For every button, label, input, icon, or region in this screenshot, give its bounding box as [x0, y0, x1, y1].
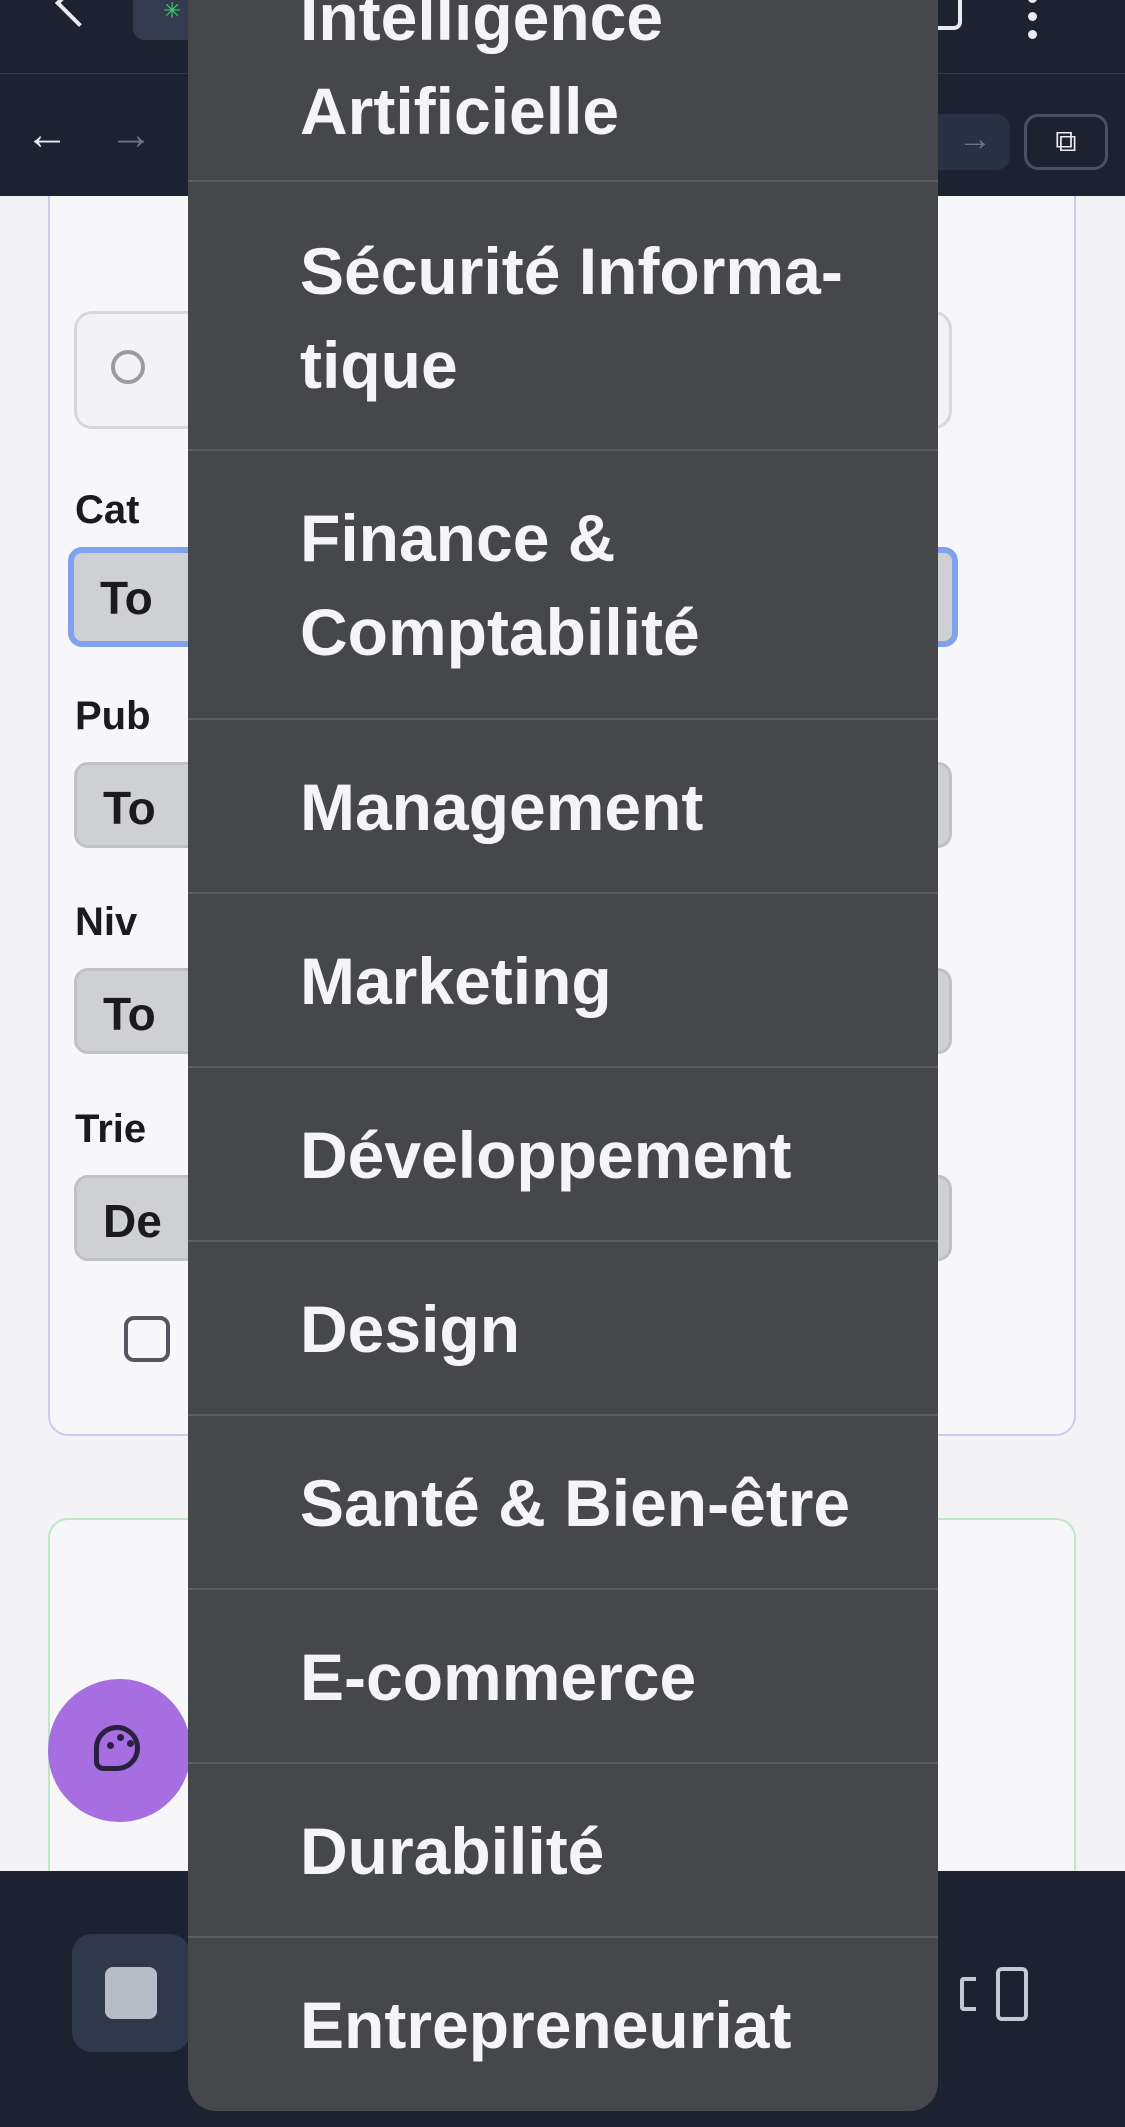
sort-label: Trie	[75, 1107, 147, 1151]
level-label: Niv	[75, 900, 138, 944]
dropdown-option[interactable]: Sécurité Informa-tique	[188, 180, 938, 450]
more-menu-icon[interactable]	[1028, 0, 1040, 48]
forward-arrow-icon[interactable]: →	[106, 110, 156, 160]
publication-select-value: To	[103, 782, 156, 834]
option-label: E-commerce	[300, 1640, 697, 1714]
tab-switcher-icon[interactable]	[958, 1967, 1028, 2023]
dropdown-option[interactable]: Finance & Comptabilité	[188, 449, 938, 719]
dropdown-option[interactable]: Entrepreneuriat	[188, 1936, 938, 2111]
url-forward-icon[interactable]: →	[958, 120, 992, 159]
option-label: Entrepreneuriat	[300, 1988, 792, 2062]
dropdown-option[interactable]: Intelligence Artificielle	[188, 0, 938, 182]
level-select-value: To	[103, 988, 156, 1040]
option-label: Développement	[300, 1118, 792, 1192]
tab-favicon-icon: ✳	[163, 0, 182, 23]
option-label: Design	[300, 1292, 521, 1366]
option-label: Finance & Comptabilité	[300, 501, 700, 669]
dropdown-option[interactable]: Marketing	[188, 892, 938, 1067]
category-select-value: To	[100, 572, 153, 624]
filter-checkbox[interactable]	[124, 1316, 170, 1362]
dropdown-option[interactable]: Durabilité	[188, 1762, 938, 1937]
option-label: Marketing	[300, 944, 612, 1018]
option-label: Sécurité Informa-tique	[300, 234, 843, 402]
dropdown-option[interactable]: Management	[188, 718, 938, 893]
sort-select-value: De	[103, 1195, 162, 1247]
dropdown-option[interactable]: Design	[188, 1240, 938, 1415]
palette-icon	[94, 1725, 140, 1771]
stop-button[interactable]	[72, 1934, 190, 2052]
option-label: Durabilité	[300, 1814, 605, 1888]
category-dropdown-menu: Intelligence Artificielle Sécurité Infor…	[188, 0, 938, 2111]
theme-palette-button[interactable]	[48, 1679, 191, 1822]
option-label: Management	[300, 770, 704, 844]
dropdown-option[interactable]: E-commerce	[188, 1588, 938, 1763]
dropdown-option[interactable]: Développement	[188, 1066, 938, 1241]
back-chevron-icon[interactable]	[54, 0, 104, 28]
dropdown-option[interactable]: Santé & Bien-être	[188, 1414, 938, 1589]
option-label: Santé & Bien-être	[300, 1466, 851, 1540]
search-icon	[111, 350, 145, 384]
open-external-icon[interactable]: ⧉	[1024, 114, 1108, 170]
back-arrow-icon[interactable]: ←	[22, 110, 72, 160]
option-label: Intelligence Artificielle	[300, 0, 664, 148]
publication-label: Pub	[75, 694, 151, 738]
stop-icon	[105, 1967, 157, 2019]
category-label: Cat	[75, 488, 140, 532]
